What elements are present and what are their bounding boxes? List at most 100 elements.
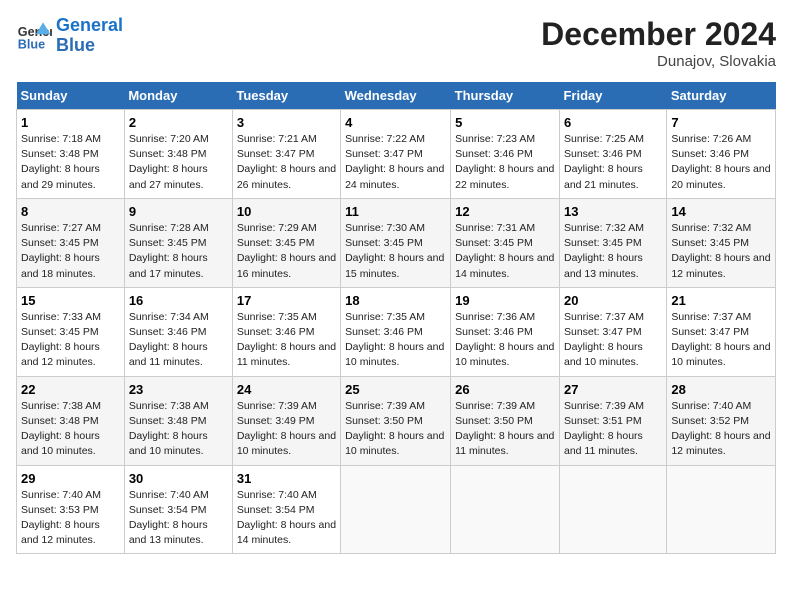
day-cell: 26 Sunrise: 7:39 AMSunset: 3:50 PMDaylig… (451, 376, 560, 465)
week-row-5: 29 Sunrise: 7:40 AMSunset: 3:53 PMDaylig… (17, 465, 776, 554)
day-cell (667, 465, 776, 554)
day-detail: Sunrise: 7:40 AMSunset: 3:52 PMDaylight:… (671, 400, 770, 458)
day-cell: 25 Sunrise: 7:39 AMSunset: 3:50 PMDaylig… (341, 376, 451, 465)
day-cell: 17 Sunrise: 7:35 AMSunset: 3:46 PMDaylig… (232, 287, 340, 376)
day-detail: Sunrise: 7:27 AMSunset: 3:45 PMDaylight:… (21, 222, 101, 280)
weekday-header-wednesday: Wednesday (341, 82, 451, 110)
day-number: 29 (21, 471, 120, 486)
day-number: 15 (21, 293, 120, 308)
day-detail: Sunrise: 7:34 AMSunset: 3:46 PMDaylight:… (129, 311, 209, 369)
day-cell: 15 Sunrise: 7:33 AMSunset: 3:45 PMDaylig… (17, 287, 125, 376)
day-number: 7 (671, 115, 771, 130)
day-number: 24 (237, 382, 336, 397)
day-number: 19 (455, 293, 555, 308)
day-cell: 14 Sunrise: 7:32 AMSunset: 3:45 PMDaylig… (667, 198, 776, 287)
day-number: 20 (564, 293, 662, 308)
day-number: 13 (564, 204, 662, 219)
logo: General Blue General Blue (16, 16, 123, 56)
day-number: 26 (455, 382, 555, 397)
day-cell (341, 465, 451, 554)
day-detail: Sunrise: 7:28 AMSunset: 3:45 PMDaylight:… (129, 222, 209, 280)
day-number: 18 (345, 293, 446, 308)
day-cell: 5 Sunrise: 7:23 AMSunset: 3:46 PMDayligh… (451, 110, 560, 199)
day-cell: 18 Sunrise: 7:35 AMSunset: 3:46 PMDaylig… (341, 287, 451, 376)
day-detail: Sunrise: 7:25 AMSunset: 3:46 PMDaylight:… (564, 133, 644, 191)
day-cell: 2 Sunrise: 7:20 AMSunset: 3:48 PMDayligh… (124, 110, 232, 199)
day-detail: Sunrise: 7:40 AMSunset: 3:54 PMDaylight:… (237, 489, 336, 547)
day-detail: Sunrise: 7:39 AMSunset: 3:50 PMDaylight:… (345, 400, 444, 458)
day-detail: Sunrise: 7:32 AMSunset: 3:45 PMDaylight:… (564, 222, 644, 280)
day-number: 30 (129, 471, 228, 486)
logo-icon: General Blue (16, 18, 52, 54)
day-detail: Sunrise: 7:30 AMSunset: 3:45 PMDaylight:… (345, 222, 444, 280)
week-row-1: 1 Sunrise: 7:18 AMSunset: 3:48 PMDayligh… (17, 110, 776, 199)
day-cell (559, 465, 666, 554)
day-detail: Sunrise: 7:37 AMSunset: 3:47 PMDaylight:… (671, 311, 770, 369)
logo-general: General (56, 15, 123, 35)
day-number: 1 (21, 115, 120, 130)
day-cell: 1 Sunrise: 7:18 AMSunset: 3:48 PMDayligh… (17, 110, 125, 199)
day-detail: Sunrise: 7:35 AMSunset: 3:46 PMDaylight:… (237, 311, 336, 369)
svg-text:Blue: Blue (18, 37, 45, 51)
day-detail: Sunrise: 7:31 AMSunset: 3:45 PMDaylight:… (455, 222, 554, 280)
day-cell: 16 Sunrise: 7:34 AMSunset: 3:46 PMDaylig… (124, 287, 232, 376)
day-detail: Sunrise: 7:40 AMSunset: 3:53 PMDaylight:… (21, 489, 101, 547)
weekday-header-thursday: Thursday (451, 82, 560, 110)
day-number: 8 (21, 204, 120, 219)
day-detail: Sunrise: 7:38 AMSunset: 3:48 PMDaylight:… (21, 400, 101, 458)
day-number: 3 (237, 115, 336, 130)
day-number: 23 (129, 382, 228, 397)
day-cell: 4 Sunrise: 7:22 AMSunset: 3:47 PMDayligh… (341, 110, 451, 199)
day-number: 10 (237, 204, 336, 219)
week-row-4: 22 Sunrise: 7:38 AMSunset: 3:48 PMDaylig… (17, 376, 776, 465)
day-cell: 30 Sunrise: 7:40 AMSunset: 3:54 PMDaylig… (124, 465, 232, 554)
day-number: 22 (21, 382, 120, 397)
day-cell: 3 Sunrise: 7:21 AMSunset: 3:47 PMDayligh… (232, 110, 340, 199)
logo-blue: Blue (56, 36, 123, 56)
weekday-header-tuesday: Tuesday (232, 82, 340, 110)
day-detail: Sunrise: 7:21 AMSunset: 3:47 PMDaylight:… (237, 133, 336, 191)
day-detail: Sunrise: 7:18 AMSunset: 3:48 PMDaylight:… (21, 133, 101, 191)
day-detail: Sunrise: 7:29 AMSunset: 3:45 PMDaylight:… (237, 222, 336, 280)
day-cell: 24 Sunrise: 7:39 AMSunset: 3:49 PMDaylig… (232, 376, 340, 465)
week-row-2: 8 Sunrise: 7:27 AMSunset: 3:45 PMDayligh… (17, 198, 776, 287)
day-number: 4 (345, 115, 446, 130)
day-detail: Sunrise: 7:26 AMSunset: 3:46 PMDaylight:… (671, 133, 770, 191)
day-detail: Sunrise: 7:39 AMSunset: 3:51 PMDaylight:… (564, 400, 644, 458)
day-number: 2 (129, 115, 228, 130)
day-cell (451, 465, 560, 554)
day-number: 28 (671, 382, 771, 397)
day-detail: Sunrise: 7:36 AMSunset: 3:46 PMDaylight:… (455, 311, 554, 369)
day-number: 16 (129, 293, 228, 308)
day-cell: 13 Sunrise: 7:32 AMSunset: 3:45 PMDaylig… (559, 198, 666, 287)
weekday-header-row: SundayMondayTuesdayWednesdayThursdayFrid… (17, 82, 776, 110)
day-cell: 28 Sunrise: 7:40 AMSunset: 3:52 PMDaylig… (667, 376, 776, 465)
day-detail: Sunrise: 7:40 AMSunset: 3:54 PMDaylight:… (129, 489, 209, 547)
weekday-header-friday: Friday (559, 82, 666, 110)
day-cell: 6 Sunrise: 7:25 AMSunset: 3:46 PMDayligh… (559, 110, 666, 199)
day-cell: 29 Sunrise: 7:40 AMSunset: 3:53 PMDaylig… (17, 465, 125, 554)
day-detail: Sunrise: 7:33 AMSunset: 3:45 PMDaylight:… (21, 311, 101, 369)
day-detail: Sunrise: 7:38 AMSunset: 3:48 PMDaylight:… (129, 400, 209, 458)
day-cell: 7 Sunrise: 7:26 AMSunset: 3:46 PMDayligh… (667, 110, 776, 199)
weekday-header-monday: Monday (124, 82, 232, 110)
weekday-header-saturday: Saturday (667, 82, 776, 110)
month-title: December 2024 (541, 16, 776, 53)
day-number: 5 (455, 115, 555, 130)
day-cell: 31 Sunrise: 7:40 AMSunset: 3:54 PMDaylig… (232, 465, 340, 554)
day-number: 9 (129, 204, 228, 219)
day-number: 6 (564, 115, 662, 130)
title-block: December 2024 Dunajov, Slovakia (541, 16, 776, 70)
day-cell: 12 Sunrise: 7:31 AMSunset: 3:45 PMDaylig… (451, 198, 560, 287)
day-number: 14 (671, 204, 771, 219)
day-number: 25 (345, 382, 446, 397)
day-detail: Sunrise: 7:39 AMSunset: 3:50 PMDaylight:… (455, 400, 554, 458)
day-detail: Sunrise: 7:35 AMSunset: 3:46 PMDaylight:… (345, 311, 444, 369)
weekday-header-sunday: Sunday (17, 82, 125, 110)
day-cell: 11 Sunrise: 7:30 AMSunset: 3:45 PMDaylig… (341, 198, 451, 287)
day-cell: 21 Sunrise: 7:37 AMSunset: 3:47 PMDaylig… (667, 287, 776, 376)
day-cell: 23 Sunrise: 7:38 AMSunset: 3:48 PMDaylig… (124, 376, 232, 465)
page-header: General Blue General Blue December 2024 … (16, 16, 776, 70)
day-number: 12 (455, 204, 555, 219)
day-number: 27 (564, 382, 662, 397)
